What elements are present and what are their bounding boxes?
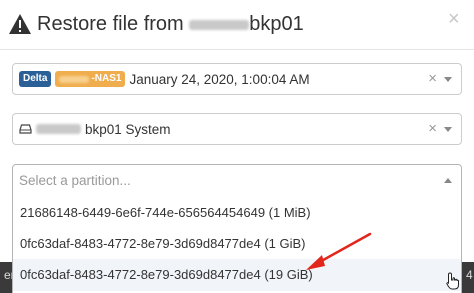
chevron-down-icon[interactable]: [444, 127, 452, 132]
clear-icon[interactable]: ×: [428, 120, 437, 138]
close-icon[interactable]: ×: [448, 9, 460, 29]
redacted-disk-host: [36, 124, 81, 134]
host-badge: -NAS1: [55, 71, 126, 87]
title-prefix: Restore file from: [37, 13, 190, 35]
clear-icon[interactable]: ×: [428, 70, 437, 88]
partition-option[interactable]: 21686148-6449-6e6f-744e-656564454649 (1 …: [13, 197, 461, 229]
chevron-up-icon[interactable]: [444, 178, 452, 183]
snapshot-value: January 24, 2020, 1:00:04 AM: [129, 71, 310, 87]
redacted-host: [59, 75, 90, 83]
chevron-down-icon[interactable]: [444, 77, 452, 82]
background-text-right: 4: [466, 268, 473, 282]
title-suffix: bkp01: [249, 13, 304, 35]
disk-value: bkp01 System: [85, 121, 171, 137]
partition-option[interactable]: 0fc63daf-8483-4772-8e79-3d69d8477de4 (1 …: [13, 228, 461, 260]
partition-placeholder: Select a partition...: [19, 172, 131, 188]
drive-icon: [19, 124, 32, 134]
redacted-hostname: [189, 19, 250, 30]
partition-option-highlighted[interactable]: 0fc63daf-8483-4772-8e79-3d69d8477de4 (19…: [13, 259, 461, 291]
warning-icon: [9, 14, 31, 34]
modal-title: Restore file from bkp01: [37, 11, 304, 37]
host-badge-suffix: -NAS1: [91, 73, 122, 84]
partition-select[interactable]: Select a partition...: [12, 164, 462, 196]
delta-badge: Delta: [19, 71, 52, 87]
hand-cursor-icon: [446, 272, 459, 290]
snapshot-select[interactable]: Delta -NAS1 January 24, 2020, 1:00:04 AM…: [12, 63, 462, 95]
modal-header: Restore file from bkp01 ×: [0, 0, 474, 50]
partition-dropdown: 21686148-6449-6e6f-744e-656564454649 (1 …: [12, 195, 462, 293]
disk-select[interactable]: bkp01 System ×: [12, 113, 462, 145]
